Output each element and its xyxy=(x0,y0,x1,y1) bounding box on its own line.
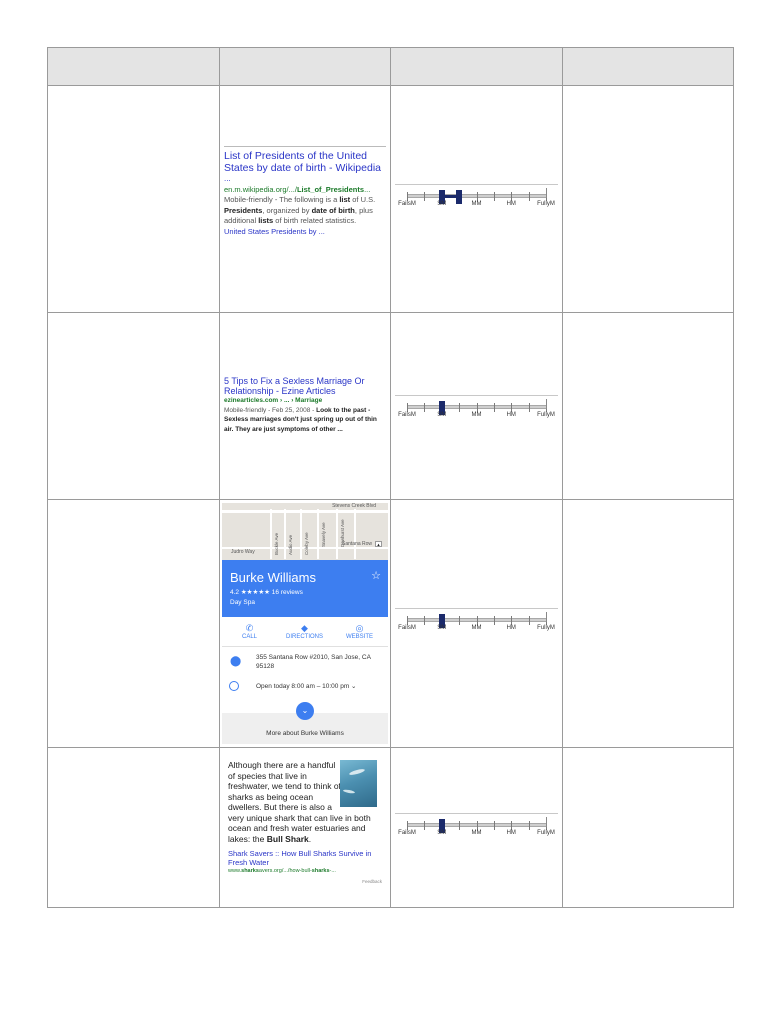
search-result-wikipedia: List of Presidents of the United States … xyxy=(224,146,386,237)
map-label-street: Stevens Creek Blvd xyxy=(332,503,376,509)
rating-cell: FailsM SM MM HM FullyM xyxy=(390,747,563,908)
scale-label: FailsM xyxy=(398,412,416,418)
feedback-link[interactable]: Feedback xyxy=(228,877,382,888)
scale-label: HM xyxy=(506,412,516,418)
scale-label: MM xyxy=(471,625,482,631)
business-address[interactable]: 355 Santana Row #2010, San Jose, CA 9512… xyxy=(256,653,384,671)
header-cell-2 xyxy=(219,47,391,86)
rating-scale: FailsM SM MM HM FullyM xyxy=(395,608,558,638)
query-cell xyxy=(47,85,220,313)
map-marker-icon: ▲ xyxy=(375,541,382,547)
notes-cell xyxy=(562,747,734,908)
notes-cell xyxy=(562,312,734,500)
notes-cell xyxy=(562,499,734,748)
map-label-street: Audio Ave xyxy=(288,534,293,555)
map-label-street: Santana Row xyxy=(342,541,373,547)
website-button[interactable]: ◎ WEBSITE xyxy=(332,622,387,640)
scale-label: SM xyxy=(437,412,447,418)
result-cell: List of Presidents of the United States … xyxy=(219,85,391,313)
scale-label: FullyM xyxy=(537,625,555,631)
header-cell-4 xyxy=(562,47,734,86)
star-icon[interactable]: ☆ xyxy=(371,569,381,582)
location-pin-icon: ⬤ xyxy=(230,656,242,667)
map-label-street: Buckle Ave xyxy=(274,532,279,555)
scale-label: MM xyxy=(471,830,482,836)
rating-table: List of Presidents of the United States … xyxy=(47,47,734,908)
business-hours[interactable]: Open today 8:00 am – 10:00 pm ⌄ xyxy=(256,682,356,691)
scale-label: FailsM xyxy=(398,625,416,631)
more-about-link[interactable]: More about Burke Williams xyxy=(222,730,388,737)
scale-label: MM xyxy=(471,412,482,418)
rating-scale: FailsM SM MM HM FullyM xyxy=(395,395,558,425)
shark-photo[interactable] xyxy=(340,760,377,807)
result-cell: 5 Tips to Fix a Sexless Marriage Or Rela… xyxy=(219,312,391,500)
title-ellipsis: ... xyxy=(224,174,231,183)
map-thumbnail[interactable]: Stevens Creek Blvd Judro Way Santana Row… xyxy=(222,503,388,560)
map-label-street: Snavely Ave xyxy=(321,522,326,547)
snippet-url: www.sharksavers.org/.../how-bull-sharks-… xyxy=(228,868,336,874)
scale-label: SM xyxy=(437,830,447,836)
scale-label: HM xyxy=(506,201,516,207)
rating-scale: FailsM SM MM HM FullyM xyxy=(395,813,558,843)
result-description: Mobile-friendly - Feb 25, 2008 - Look to… xyxy=(224,406,377,433)
directions-button[interactable]: ◆ DIRECTIONS xyxy=(277,622,332,640)
rating-cell: FailsM SM MM HM FullyM xyxy=(390,85,563,313)
map-label-street: Judro Way xyxy=(231,549,255,555)
result-cell: Stevens Creek Blvd Judro Way Santana Row… xyxy=(219,499,391,748)
table-row: List of Presidents of the United States … xyxy=(47,85,734,313)
scale-label: HM xyxy=(506,625,516,631)
notes-cell xyxy=(562,85,734,313)
rating-cell: FailsM SM MM HM FullyM xyxy=(390,312,563,500)
phone-icon: ✆ xyxy=(245,623,254,633)
call-button[interactable]: ✆ CALL xyxy=(222,622,277,640)
table-row: Although there are a handful of species … xyxy=(47,747,734,908)
chevron-down-icon[interactable]: ⌄ xyxy=(296,702,314,720)
local-business-card: Stevens Creek Blvd Judro Way Santana Row… xyxy=(222,503,388,744)
result-title-link[interactable]: 5 Tips to Fix a Sexless Marriage Or Rela… xyxy=(224,376,386,396)
globe-icon: ◎ xyxy=(355,623,364,633)
more-about-bar[interactable]: ⌄ More about Burke Williams xyxy=(222,702,388,744)
scale-label: HM xyxy=(506,830,516,836)
search-result-ezine: 5 Tips to Fix a Sexless Marriage Or Rela… xyxy=(224,376,386,434)
scale-label: SM xyxy=(437,201,447,207)
result-title-link[interactable]: List of Presidents of the United States … xyxy=(224,150,386,174)
featured-snippet-shark: Although there are a handful of species … xyxy=(228,760,382,888)
result-url: en.m.wikipedia.org/.../List_of_President… xyxy=(224,184,371,194)
rating-cell: FailsM SM MM HM FullyM xyxy=(390,499,563,748)
table-row: Stevens Creek Blvd Judro Way Santana Row… xyxy=(47,499,734,748)
business-type: Day Spa xyxy=(230,599,255,606)
clock-icon xyxy=(229,681,239,691)
header-cell-3 xyxy=(390,47,563,86)
scale-label: FullyM xyxy=(537,412,555,418)
business-header: Burke Williams 4.2 ★★★★★ 16 reviews Day … xyxy=(222,560,388,617)
directions-icon: ◆ xyxy=(301,623,308,633)
business-rating[interactable]: 4.2 ★★★★★ 16 reviews xyxy=(230,588,303,596)
snippet-source-link[interactable]: Shark Savers :: How Bull Sharks Survive … xyxy=(228,849,382,867)
result-cell: Although there are a handful of species … xyxy=(219,747,391,908)
scale-label: FullyM xyxy=(537,830,555,836)
business-actions: ✆ CALL ◆ DIRECTIONS ◎ WEBSITE xyxy=(222,617,388,647)
result-url: ezinearticles.com › ... › Marriage xyxy=(224,397,323,404)
scale-label: FullyM xyxy=(537,201,555,207)
map-label-street: Coleby Ave xyxy=(304,532,309,555)
query-cell xyxy=(47,747,220,908)
result-description: Mobile-friendly - The following is a lis… xyxy=(224,195,376,225)
scale-label: FailsM xyxy=(398,201,416,207)
scale-label: SM xyxy=(437,625,447,631)
result-sublink[interactable]: United States Presidents by ... xyxy=(224,227,386,238)
rating-scale: FailsM SM MM HM FullyM xyxy=(395,184,558,214)
business-name: Burke Williams xyxy=(230,570,316,585)
table-row: 5 Tips to Fix a Sexless Marriage Or Rela… xyxy=(47,312,734,500)
query-cell xyxy=(47,312,220,500)
scale-label: MM xyxy=(471,201,482,207)
header-row xyxy=(47,47,734,86)
map-label-street: Dewhurst Ave xyxy=(340,519,345,547)
divider xyxy=(224,146,386,147)
query-cell xyxy=(47,499,220,748)
scale-label: FailsM xyxy=(398,830,416,836)
rating-range xyxy=(441,195,460,198)
header-cell-1 xyxy=(47,47,220,86)
